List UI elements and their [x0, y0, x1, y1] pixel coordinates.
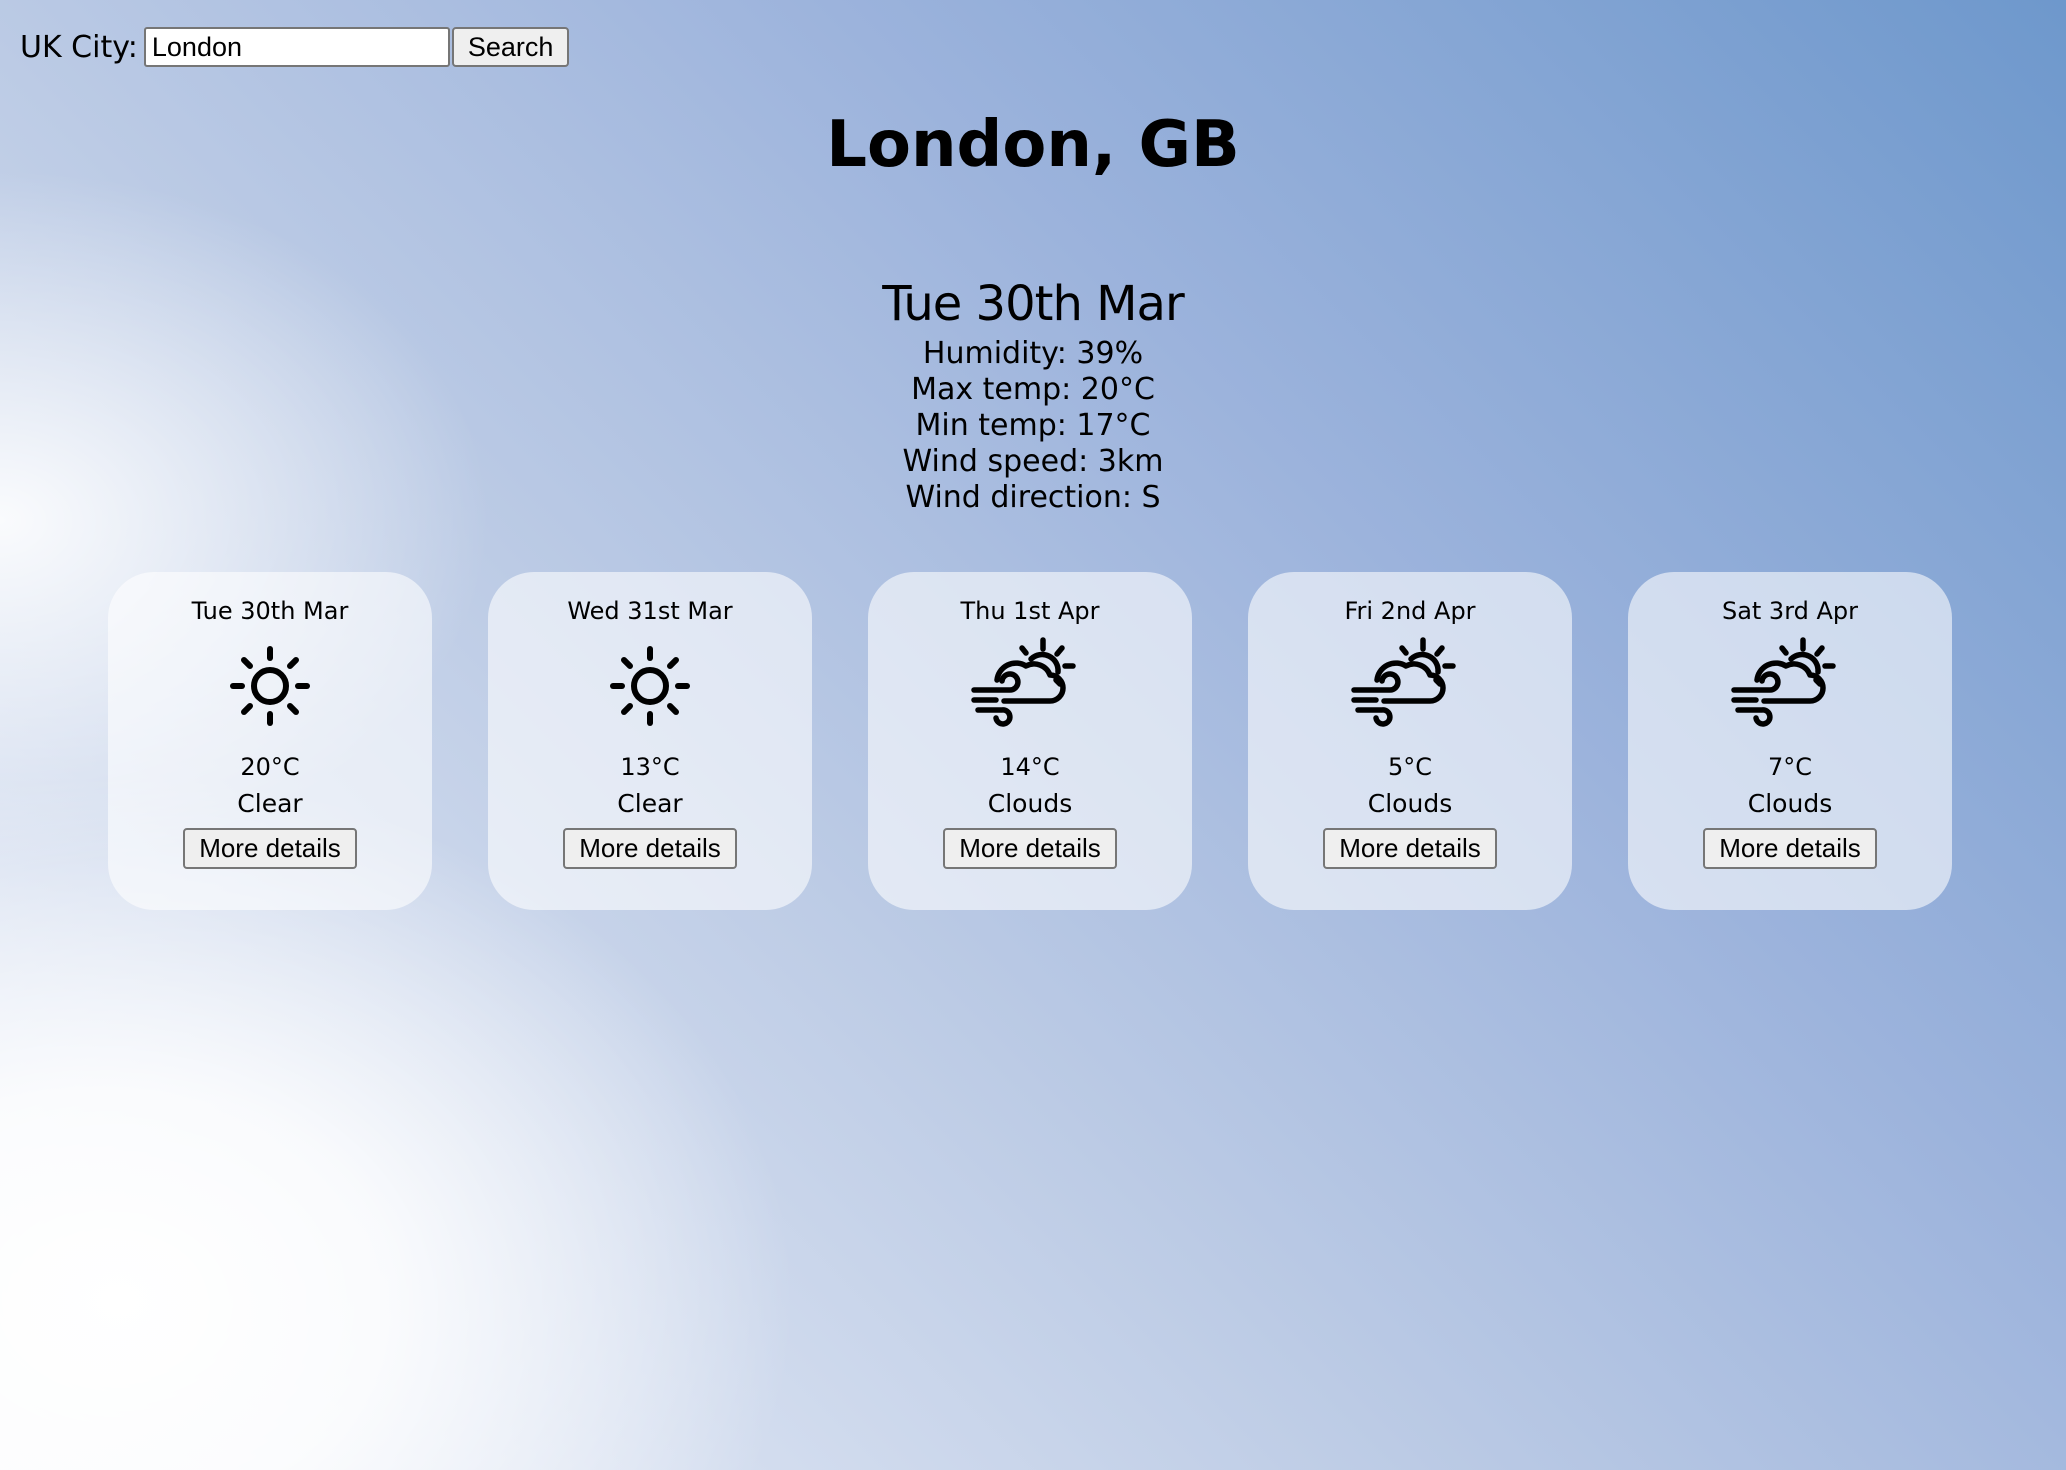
forecast-description: Clear	[617, 789, 683, 818]
forecast-card: Wed 31st Mar 13°C Clear More details	[488, 572, 812, 910]
current-date: Tue 30th Mar	[882, 276, 1184, 332]
forecast-temperature: 7°C	[1767, 753, 1813, 781]
current-max-temp: Max temp: 20°C	[911, 372, 1155, 407]
cloud-sun-wind-icon	[1731, 637, 1836, 727]
forecast-date: Thu 1st Apr	[960, 597, 1100, 625]
forecast-card: Sat 3rd Apr 7°C Clouds More details	[1628, 572, 1952, 910]
forecast-temperature: 20°C	[240, 753, 300, 781]
city-search-input[interactable]	[143, 27, 450, 67]
cloud-sun-wind-icon	[971, 637, 1076, 727]
forecast-description: Clear	[237, 789, 303, 818]
forecast-temperature: 5°C	[1387, 753, 1433, 781]
search-button[interactable]: Search	[451, 27, 570, 67]
current-weather-summary: Tue 30th Mar Humidity: 39% Max temp: 20°…	[0, 272, 2066, 516]
forecast-date: Tue 30th Mar	[191, 597, 349, 625]
more-details-button[interactable]: More details	[183, 828, 357, 869]
forecast-card: Thu 1st Apr 14°C Clouds More details	[868, 572, 1192, 910]
forecast-temperature: 14°C	[1000, 753, 1060, 781]
forecast-date: Sat 3rd Apr	[1721, 597, 1859, 625]
forecast-temperature: 13°C	[620, 753, 680, 781]
sun-icon	[230, 646, 310, 726]
more-details-button[interactable]: More details	[943, 828, 1117, 869]
city-title: London, GB	[826, 108, 1240, 182]
current-min-temp: Min temp: 17°C	[915, 408, 1151, 443]
forecast-description: Clouds	[1747, 789, 1833, 818]
city-search-form: UK City: Search	[20, 26, 570, 68]
forecast-date: Wed 31st Mar	[567, 597, 733, 625]
forecast-card: Tue 30th Mar 20°C Clear More details	[108, 572, 432, 910]
cloud-sun-wind-icon	[1351, 637, 1456, 727]
city-search-label: UK City:	[20, 29, 138, 65]
current-wind-speed: Wind speed: 3km	[902, 444, 1164, 479]
forecast-description: Clouds	[1367, 789, 1453, 818]
more-details-button[interactable]: More details	[1323, 828, 1497, 869]
forecast-card: Fri 2nd Apr 5°C Clouds More details	[1248, 572, 1572, 910]
sun-icon	[610, 646, 690, 726]
current-humidity: Humidity: 39%	[922, 336, 1144, 371]
forecast-date: Fri 2nd Apr	[1344, 597, 1476, 625]
more-details-button[interactable]: More details	[563, 828, 737, 869]
current-wind-direction: Wind direction: S	[905, 480, 1161, 515]
forecast-list: Tue 30th Mar 20°C Clear More details Wed…	[108, 572, 1952, 910]
more-details-button[interactable]: More details	[1703, 828, 1877, 869]
forecast-description: Clouds	[987, 789, 1073, 818]
